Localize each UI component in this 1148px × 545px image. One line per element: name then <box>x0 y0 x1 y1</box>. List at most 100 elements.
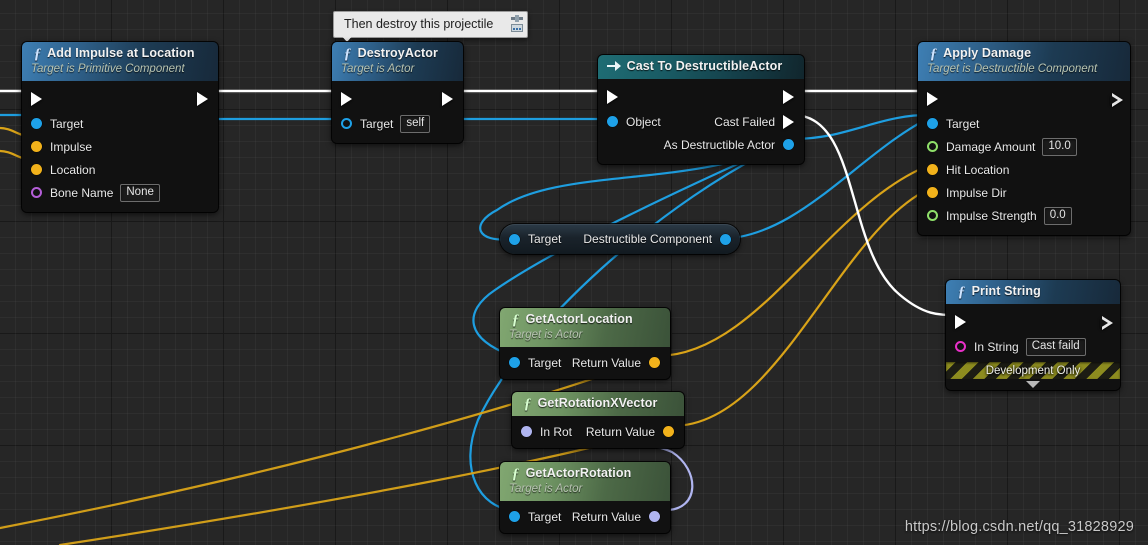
pin-row-impulse: Impulse <box>22 135 218 158</box>
node-title: ƒ Apply Damage <box>927 46 1121 62</box>
node-body: Target Damage Amount 10.0 Hit Location I… <box>918 81 1130 235</box>
exec-in-pin[interactable] <box>607 90 618 104</box>
pin-row-target: Target self <box>332 112 463 135</box>
node-destructible-component[interactable]: Target Destructible Component <box>500 224 741 254</box>
node-title: ƒ Print String <box>955 284 1111 300</box>
pin-label: Impulse Strength <box>946 208 1037 223</box>
object-pin[interactable] <box>607 116 618 127</box>
impulse-strength-pin[interactable] <box>927 210 938 221</box>
hit-location-pin[interactable] <box>927 164 938 175</box>
damage-amount-value-field[interactable]: 10.0 <box>1042 137 1077 156</box>
damage-amount-pin[interactable] <box>927 141 938 152</box>
exec-row <box>22 86 218 112</box>
pin-label: Target <box>50 116 84 131</box>
pin-row-in-rot: In Rot Return Value <box>512 420 684 443</box>
target-pin[interactable] <box>509 511 520 522</box>
function-icon: ƒ <box>957 284 966 300</box>
target-value-field[interactable]: self <box>400 114 431 133</box>
target-pin[interactable] <box>341 118 352 129</box>
pin-label: Hit Location <box>946 162 1010 177</box>
node-header: ƒ Apply Damage Target is Destructible Co… <box>918 42 1130 81</box>
node-title: ƒ GetActorLocation <box>509 312 661 328</box>
node-get-rotation-x-vector[interactable]: ƒ GetRotationXVector In Rot Return Value <box>512 392 684 448</box>
pin-label: Location <box>50 162 96 177</box>
tooltip-destroy-projectile: Then destroy this projectile <box>333 11 529 38</box>
exec-in-pin[interactable] <box>927 92 938 106</box>
in-rot-label: In Rot <box>540 424 573 439</box>
pin-row-location: Location <box>22 158 218 181</box>
node-title: Cast To DestructibleActor <box>607 59 795 74</box>
target-pin[interactable] <box>509 233 520 245</box>
in-string-pin[interactable] <box>955 341 966 352</box>
return-value-pin[interactable] <box>649 511 660 522</box>
as-destructible-actor-pin[interactable] <box>783 139 794 150</box>
node-body: Object Cast Failed As Destructible Actor <box>598 79 804 164</box>
pin-tooltip-icon[interactable] <box>511 15 524 22</box>
exec-in-pin[interactable] <box>31 92 42 106</box>
in-string-value-field[interactable]: Cast faild <box>1025 337 1086 356</box>
exec-out-pin[interactable] <box>442 92 453 106</box>
node-body: Target Return Value <box>500 347 670 379</box>
node-apply-damage[interactable]: ƒ Apply Damage Target is Destructible Co… <box>918 42 1130 235</box>
as-destructible-actor-label: As Destructible Actor <box>663 137 775 152</box>
pin-label: Damage Amount <box>946 139 1036 154</box>
return-value-pin[interactable] <box>649 357 660 368</box>
blueprint-graph-canvas[interactable]: Then destroy this projectile ƒ Add Impul… <box>0 0 1148 545</box>
return-value-pin[interactable] <box>720 233 732 245</box>
location-pin[interactable] <box>31 164 42 175</box>
node-get-actor-rotation[interactable]: ƒ GetActorRotation Target is Actor Targe… <box>500 462 670 533</box>
node-print-string[interactable]: ƒ Print String In String Cast faild Deve… <box>946 280 1120 390</box>
node-body: In Rot Return Value <box>512 416 684 448</box>
pin-label: Object <box>626 114 661 129</box>
document-icon[interactable] <box>511 24 524 32</box>
node-header: ƒ GetActorLocation Target is Actor <box>500 308 670 347</box>
return-label: Return Value <box>571 509 641 524</box>
pin-label: Target <box>360 116 394 131</box>
exec-in-pin[interactable] <box>955 315 966 329</box>
node-title: ƒ Add Impulse at Location <box>31 46 209 62</box>
exec-out-pin[interactable] <box>197 92 208 106</box>
return-value-pin[interactable] <box>663 426 674 437</box>
pin-label: Target <box>946 116 980 131</box>
node-header: Cast To DestructibleActor <box>598 55 804 79</box>
node-title: ƒ GetRotationXVector <box>521 396 675 412</box>
impulse-strength-value-field[interactable]: 0.0 <box>1043 206 1072 225</box>
impulse-pin[interactable] <box>31 141 42 152</box>
chevron-down-icon <box>1026 381 1040 388</box>
node-subtitle: Target is Actor <box>509 483 583 495</box>
target-label: Target <box>528 232 562 246</box>
expand-node-button[interactable] <box>946 379 1120 390</box>
node-body: Target Return Value <box>500 501 670 533</box>
target-pin[interactable] <box>31 118 42 129</box>
pin-label: Impulse <box>50 139 93 154</box>
node-cast-to-destructible-actor[interactable]: Cast To DestructibleActor Object Cast Fa… <box>598 55 804 164</box>
bone-name-pin[interactable] <box>31 187 42 198</box>
cast-failed-exec-pin[interactable] <box>783 114 794 129</box>
node-header: ƒ DestroyActor Target is Actor <box>332 42 463 81</box>
node-body: Target Impulse Location Bone Name None <box>22 81 218 212</box>
pin-row-target: Target <box>22 112 218 135</box>
in-rot-pin[interactable] <box>521 426 532 437</box>
pin-row-damage-amount: Damage Amount 10.0 <box>918 135 1130 158</box>
node-body: Target self <box>332 81 463 143</box>
exec-row <box>332 86 463 112</box>
target-pin[interactable] <box>509 357 520 368</box>
node-add-impulse-at-location[interactable]: ƒ Add Impulse at Location Target is Prim… <box>22 42 218 212</box>
node-destroy-actor[interactable]: ƒ DestroyActor Target is Actor Target se… <box>332 42 463 143</box>
node-get-actor-location[interactable]: ƒ GetActorLocation Target is Actor Targe… <box>500 308 670 379</box>
exec-out-pin[interactable] <box>783 90 794 104</box>
pin-row-in-string: In String Cast faild <box>946 335 1120 358</box>
function-icon: ƒ <box>523 396 532 412</box>
pin-row-as-destructible-actor: As Destructible Actor <box>598 133 804 156</box>
exec-in-pin[interactable] <box>341 92 352 106</box>
bone-name-value-field[interactable]: None <box>120 183 160 202</box>
watermark: https://blog.csdn.net/qq_31828929 <box>904 519 1134 535</box>
function-icon: ƒ <box>33 46 42 62</box>
exec-out-pin[interactable] <box>1100 315 1113 330</box>
pin-label: In String <box>974 339 1019 354</box>
node-subtitle: Target is Actor <box>509 329 583 341</box>
exec-out-pin[interactable] <box>1110 92 1123 107</box>
impulse-dir-pin[interactable] <box>927 187 938 198</box>
node-header: ƒ GetRotationXVector <box>512 392 684 416</box>
target-pin[interactable] <box>927 118 938 129</box>
